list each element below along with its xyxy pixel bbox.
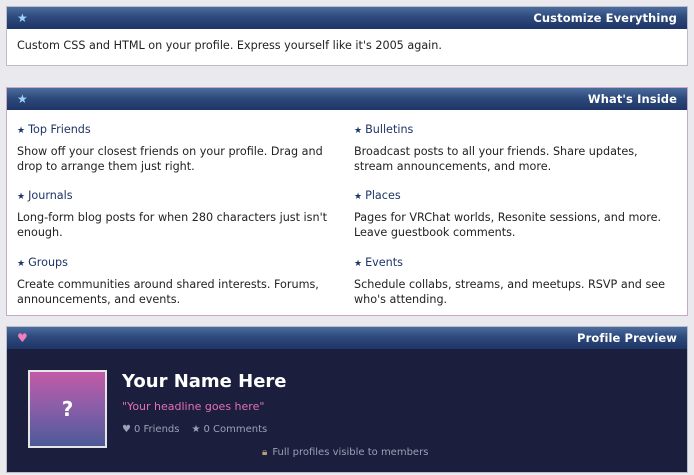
avatar: ?: [28, 370, 107, 448]
feature-places: ★ Places Pages for VRChat worlds, Resonit…: [354, 189, 674, 240]
friends-count-text: 0 Friends: [133, 424, 180, 435]
whats-inside-panel-header: ★ What's Inside: [7, 88, 687, 110]
star-icon: ★: [17, 259, 26, 269]
features-grid: ★ Top Friends Show off your closest frien…: [7, 110, 687, 315]
feature-title-text: Groups: [28, 256, 68, 269]
profile-name: Your Name Here: [122, 371, 287, 392]
whats-inside-panel: ★ What's Inside ★ Top Friends Show off yo…: [6, 87, 688, 316]
friends-count: ♥ 0 Friends: [122, 424, 179, 435]
feature-desc: Pages for VRChat worlds, Resonite sessio…: [354, 211, 662, 239]
star-icon: ★: [17, 11, 28, 25]
feature-journals: ★ Journals Long-form blog posts for when …: [17, 189, 337, 240]
feature-title: ★ Bulletins: [354, 123, 674, 138]
customize-panel: ★ Customize Everything Custom CSS and HT…: [6, 6, 688, 66]
feature-title: ★ Top Friends: [17, 123, 337, 138]
feature-desc: Show off your closest friends on your pr…: [17, 145, 323, 173]
comments-count-text: 0 Comments: [203, 424, 268, 435]
feature-title-text: Journals: [28, 189, 73, 202]
heart-icon: ♥: [17, 331, 28, 345]
customize-panel-body: Custom CSS and HTML on your profile. Exp…: [17, 39, 442, 52]
avatar-placeholder-glyph: ?: [61, 397, 74, 421]
profile-preview-panel-title: Profile Preview: [577, 331, 677, 345]
feature-title-text: Events: [365, 256, 403, 269]
feature-desc: Schedule collabs, streams, and meetups. …: [354, 278, 666, 306]
profile-preview-panel: ♥ Profile Preview ? Your Name Here "Your…: [6, 326, 688, 473]
star-icon: ★: [17, 92, 28, 106]
feature-title-text: Places: [365, 189, 401, 202]
profile-preview-panel-header: ♥ Profile Preview: [7, 327, 687, 349]
profile-stats: ♥ 0 Friends ★ 0 Comments: [122, 424, 267, 435]
whats-inside-panel-title: What's Inside: [587, 92, 677, 106]
star-icon: ★: [354, 126, 363, 136]
feature-groups: ★ Groups Create communities around shared…: [17, 256, 337, 307]
feature-title: ★ Journals: [17, 189, 337, 204]
feature-title: ★ Places: [354, 189, 674, 204]
profile-headline: "Your headline goes here": [122, 400, 265, 413]
lock-icon: 🔒︎: [262, 447, 268, 458]
customize-panel-header: ★ Customize Everything: [7, 7, 687, 29]
star-icon: ★: [354, 259, 363, 269]
feature-title: ★ Events: [354, 256, 674, 271]
profile-preview-body: ? Your Name Here "Your headline goes her…: [7, 349, 687, 472]
feature-top-friends: ★ Top Friends Show off your closest frien…: [17, 123, 337, 174]
customize-panel-title: Customize Everything: [533, 11, 677, 25]
feature-bulletins: ★ Bulletins Broadcast posts to all your f…: [354, 123, 674, 174]
feature-title-text: Bulletins: [365, 123, 414, 136]
comments-count: ★ 0 Comments: [191, 424, 267, 435]
members-only-note: 🔒︎ Full profiles visible to members: [262, 447, 428, 458]
star-icon: ★: [354, 192, 363, 202]
feature-desc: Broadcast posts to all your friends. Sha…: [354, 145, 638, 173]
members-only-note-text: Full profiles visible to members: [272, 447, 429, 458]
feature-events: ★ Events Schedule collabs, streams, and m…: [354, 256, 674, 307]
feature-title-text: Top Friends: [28, 123, 91, 136]
star-icon: ★: [17, 126, 26, 136]
star-icon: ★: [17, 192, 26, 202]
feature-desc: Long-form blog posts for when 280 charac…: [17, 211, 328, 239]
feature-title: ★ Groups: [17, 256, 337, 271]
heart-icon: ♥: [122, 424, 131, 435]
star-icon: ★: [191, 424, 201, 435]
feature-desc: Create communities around shared interes…: [17, 278, 319, 306]
